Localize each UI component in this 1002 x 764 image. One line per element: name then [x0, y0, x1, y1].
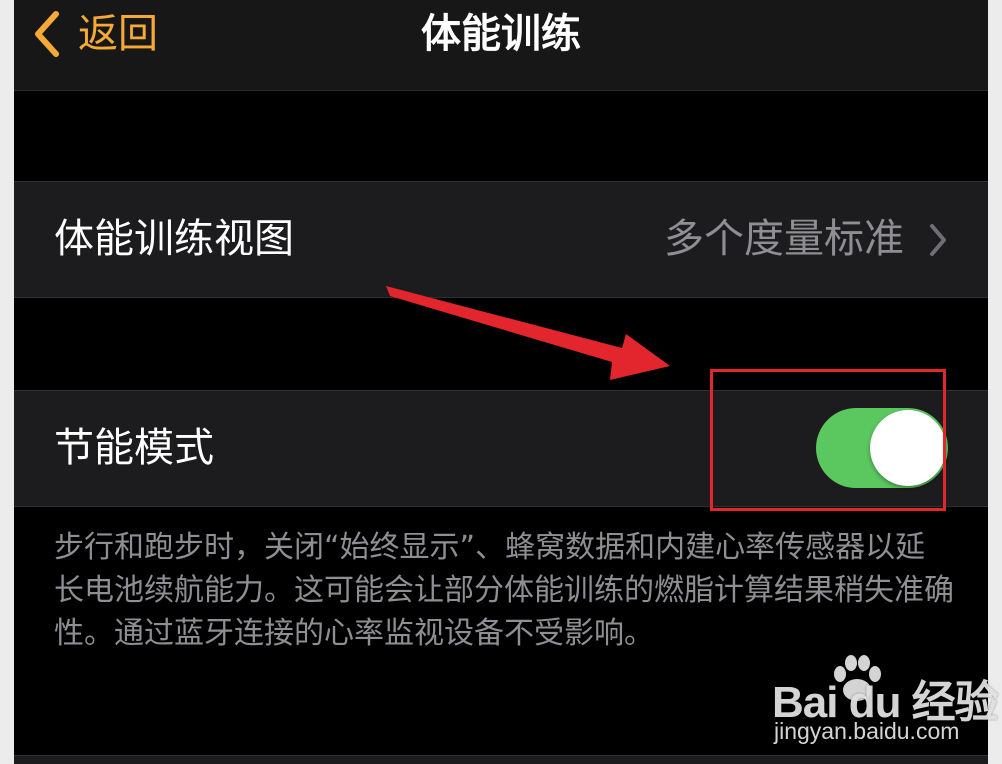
toggle-knob	[870, 410, 946, 486]
next-row-edge	[14, 755, 988, 764]
navigation-bar: 返回 体能训练	[14, 0, 988, 91]
workout-view-value: 多个度量标准	[664, 216, 904, 262]
power-saving-label: 节能模式	[54, 425, 214, 471]
settings-screen: 返回 体能训练 体能训练视图 多个度量标准 节能模式 步行和跑步时，关闭“始终显…	[14, 0, 988, 764]
chevron-right-icon	[930, 224, 946, 256]
power-saving-toggle[interactable]	[816, 408, 948, 488]
power-saving-row: 节能模式	[14, 390, 988, 507]
workout-view-label: 体能训练视图	[54, 216, 294, 262]
power-saving-description: 步行和跑步时，关闭“始终显示”、蜂窝数据和内建心率传感器以延长电池续航能力。这可…	[54, 530, 954, 651]
workout-view-row[interactable]: 体能训练视图 多个度量标准	[14, 181, 988, 298]
page-title: 体能训练	[421, 11, 581, 57]
